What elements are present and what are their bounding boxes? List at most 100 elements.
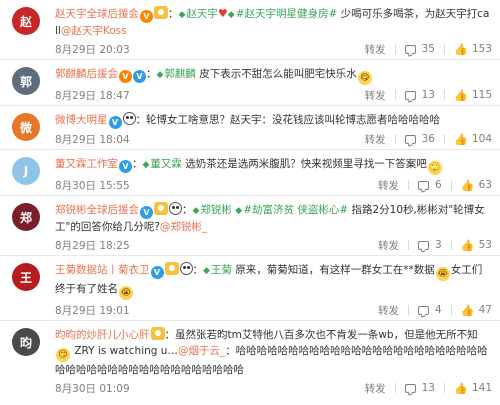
avatar[interactable]: 微 <box>12 113 40 141</box>
username-link[interactable]: 郑锐彬全球后援会 <box>55 204 139 216</box>
reply-button[interactable]: 36 <box>404 133 435 145</box>
avatar[interactable]: 昀 <box>12 328 40 356</box>
medal-badge-icon <box>164 262 179 275</box>
avatar[interactable]: 郭 <box>12 67 40 95</box>
comment-icon <box>404 383 416 393</box>
divider <box>394 90 396 100</box>
avatar[interactable]: 郑 <box>12 203 40 231</box>
comment-item: 赵赵天宇全球后援会 V ：◆赵天宇♥◆#赵天宇明星健身房# 少喝可乐多喝茶，为赵天宇… <box>0 0 500 60</box>
comment-text: 郭麒麟后援会 V V ：◆郭麒麟 皮下表示不甜怎么能叫肥宅快乐水 😋 <box>55 66 492 85</box>
share-button[interactable]: 转发 <box>365 132 386 147</box>
reply-count: 3 <box>434 239 442 251</box>
comment-text: 董又霖工作室 V ：◆董又霖 选奶茶还是选两米腹肌？快来视频里寻找一下答案吧 🙄 <box>55 156 492 175</box>
reply-button[interactable]: 35 <box>404 43 435 55</box>
medal-badge-icon <box>154 202 168 215</box>
like-button[interactable]: 👍 53 <box>461 239 492 252</box>
medal-badge-icon <box>154 6 168 19</box>
comment-text: 王菊数据站丨菊衣卫 V ：◆王菊 原来，菊菊知道，有这样一群女工在**数据 😭 女工们终… <box>55 262 492 300</box>
comment-item: J 董又霖工作室 V ：◆董又霖 选奶茶还是选两米腹肌？快来视频里寻找一下答案吧 🙄 8月… <box>0 150 500 196</box>
comment-item: 王王菊数据站丨菊衣卫 V ：◆王菊 原来，菊菊知道，有这样一群女工在**数据 😭 女工们… <box>0 256 500 321</box>
comment-icon <box>404 90 416 100</box>
comment-item: 郭郭麒麟后援会 V V ：◆郭麒麟 皮下表示不甜怎么能叫肥宅快乐水 😋 8月29日 18:… <box>0 60 500 106</box>
like-count: 63 <box>478 179 492 191</box>
comment-body-text: ZRY is watching u… <box>71 345 178 357</box>
reply-button[interactable]: 4 <box>417 304 442 316</box>
emoji-icon: 😋 <box>357 71 372 85</box>
panda-badge-icon <box>122 112 136 125</box>
verified-badge-icon: V <box>108 116 122 129</box>
comment-actions: 转发 13 👍 141 <box>365 381 492 396</box>
username-link[interactable]: 微博大明星 <box>55 114 108 126</box>
mention-link[interactable]: @郑锐彬_ <box>160 221 207 233</box>
reply-count: 13 <box>421 382 435 394</box>
colon: ： <box>135 114 147 126</box>
username-link[interactable]: 昀昀的炒肝儿小心肝 <box>55 329 150 341</box>
username-link[interactable]: 王菊数据站丨菊衣卫 <box>55 264 150 276</box>
reply-button[interactable]: 13 <box>404 89 435 101</box>
reply-button[interactable]: 13 <box>404 382 435 394</box>
comment-actions: 转发 35 👍 153 <box>365 42 492 57</box>
comment-item: 郑郑锐彬全球后援会 V ：◆郑锐彬 ◆#劫富济贫 侠盗彬心# 指路2分10秒,彬彬对… <box>0 196 500 256</box>
share-button[interactable]: 转发 <box>365 381 386 396</box>
timestamp: 8月29日 18:25 <box>55 239 130 252</box>
divider <box>407 180 409 190</box>
share-button[interactable]: 转发 <box>378 238 399 253</box>
like-button[interactable]: 👍 63 <box>461 179 492 192</box>
comment-text: 郑锐彬全球后援会 V ：◆郑锐彬 ◆#劫富济贫 侠盗彬心# 指路2分10秒,彬彬对"… <box>55 202 492 235</box>
vip-badge-icon: V <box>119 70 132 83</box>
comment-body-text: 选奶茶还是选两米腹肌？快来视频里寻找一下答案吧 <box>181 158 427 170</box>
panda-badge-icon <box>179 262 193 275</box>
topic-icon: ◆ <box>203 266 210 276</box>
heart-icon: ♥ <box>217 7 228 20</box>
verified-badge-icon: V <box>133 70 146 83</box>
comment-actions: 转发 13 👍 115 <box>365 88 492 103</box>
topic-link[interactable]: 郭麒麟 <box>164 68 196 80</box>
avatar[interactable]: 赵 <box>12 7 40 35</box>
comment-item: 微 微博大明星 V ：轮博女工啥意思？赵天宇：没花钱应该叫轮博志愿者哈哈哈哈哈 8月29… <box>0 106 500 150</box>
colon: ： <box>146 68 157 80</box>
like-button[interactable]: 👍 153 <box>454 43 492 56</box>
comment-actions: 转发 3 👍 53 <box>378 238 492 253</box>
comment-text: 赵天宇全球后援会 V ：◆赵天宇♥◆#赵天宇明星健身房# 少喝可乐多喝茶，为赵天宇打… <box>55 6 492 39</box>
comment-body-text: 轮博女工啥意思？赵天宇：没花钱应该叫轮博志愿者哈哈哈哈哈 <box>146 114 440 126</box>
thumb-up-icon: 👍 <box>460 238 475 252</box>
like-count: 104 <box>471 133 492 145</box>
like-button[interactable]: 👍 115 <box>454 89 492 102</box>
like-button[interactable]: 👍 141 <box>454 382 492 395</box>
colon: ： <box>182 204 193 216</box>
username-link[interactable]: 赵天宇全球后援会 <box>55 8 139 20</box>
reply-count: 35 <box>421 43 435 55</box>
avatar[interactable]: 王 <box>12 263 40 291</box>
share-button[interactable]: 转发 <box>378 178 399 193</box>
username-link[interactable]: 董又霖工作室 <box>55 158 118 170</box>
vip-badge-icon: V <box>140 10 153 23</box>
reply-button[interactable]: 6 <box>417 179 442 191</box>
topic-link[interactable]: 王菊 <box>211 264 232 276</box>
timestamp: 8月29日 18:04 <box>55 133 130 146</box>
medal-badge-icon <box>150 327 165 340</box>
topic-link[interactable]: 董又霖 <box>150 158 182 170</box>
mention-link[interactable]: @烟于云_ <box>178 345 225 357</box>
share-button[interactable]: 转发 <box>378 303 399 318</box>
thumb-up-icon: 👍 <box>460 178 475 192</box>
avatar[interactable]: J <box>12 157 40 185</box>
timestamp: 8月30日 15:55 <box>55 179 130 192</box>
mention-link[interactable]: @赵天宇Koss <box>61 25 127 37</box>
username-link[interactable]: 郭麒麟后援会 <box>55 68 118 80</box>
share-button[interactable]: 转发 <box>365 42 386 57</box>
topic-link[interactable]: 郑锐彬 <box>200 204 232 216</box>
like-button[interactable]: 👍 47 <box>461 304 492 317</box>
timestamp: 8月29日 18:47 <box>55 89 130 102</box>
topic-link[interactable]: #赵天宇明星健身房# <box>236 8 338 20</box>
comment-meta: 8月29日 19:01 转发 4 👍 47 <box>55 300 492 320</box>
comment-actions: 转发 4 👍 47 <box>378 303 492 318</box>
topic-icon: ◆ <box>178 10 186 20</box>
divider <box>394 44 396 54</box>
topic-link[interactable]: #劫富济贫 侠盗彬心# <box>243 204 348 216</box>
reply-button[interactable]: 3 <box>417 239 442 251</box>
like-button[interactable]: 👍 104 <box>454 133 492 146</box>
share-button[interactable]: 转发 <box>365 88 386 103</box>
emoji-icon: 😭 <box>119 286 133 300</box>
divider <box>450 240 452 250</box>
topic-link[interactable]: 赵天宇 <box>186 8 218 20</box>
